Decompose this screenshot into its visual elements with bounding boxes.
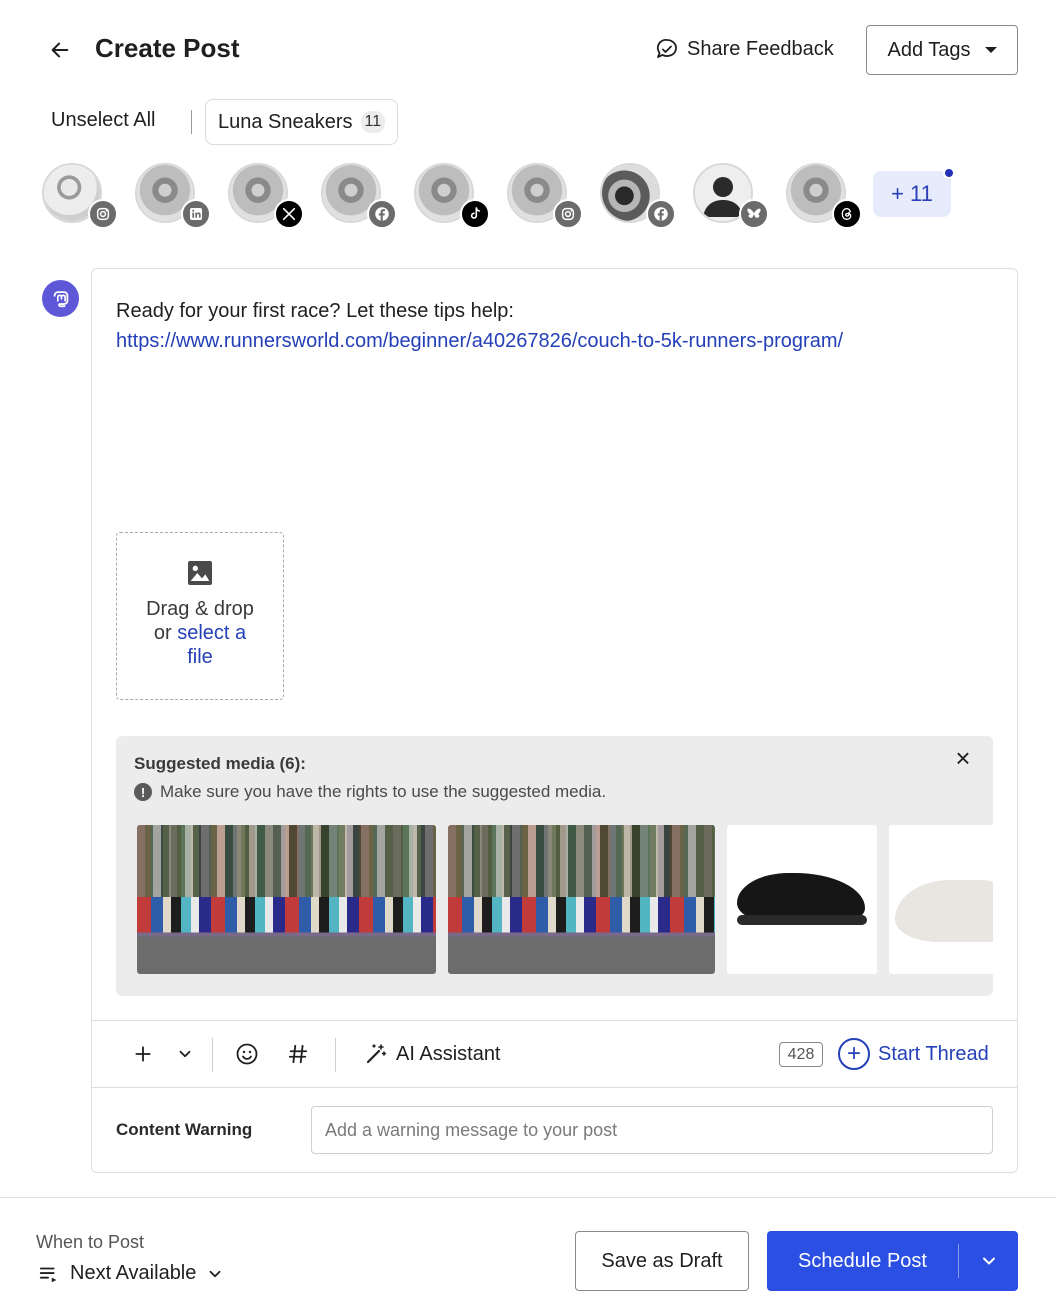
divider [0, 1197, 1056, 1198]
instagram-icon [88, 199, 118, 229]
emoji-button[interactable] [232, 1036, 262, 1072]
dropzone-line1: Drag & drop [146, 598, 254, 620]
threads-icon [832, 199, 862, 229]
dropzone-line2: or [153, 622, 178, 644]
dropzone-text: Drag & drop or select a file [146, 597, 254, 669]
group-chip-luna-sneakers[interactable]: Luna Sneakers 11 [205, 99, 399, 145]
instagram-icon [553, 199, 583, 229]
post-text[interactable]: Ready for your first race? Let these tip… [116, 296, 514, 326]
schedule-options-dropdown[interactable] [959, 1251, 1018, 1271]
arrow-left-icon [51, 42, 69, 58]
chevron-down-icon [982, 1257, 995, 1265]
image-icon [188, 561, 212, 585]
shoe-image [895, 880, 993, 942]
page-title: Create Post [95, 33, 240, 63]
add-tags-label: Add Tags [887, 38, 971, 61]
alert-icon: ! [134, 783, 152, 801]
media-dropzone[interactable]: Drag & drop or select a file [116, 532, 284, 700]
divider [191, 110, 192, 134]
save-as-draft-button[interactable]: Save as Draft [575, 1231, 749, 1291]
back-button[interactable] [44, 34, 76, 66]
select-file-link-cont[interactable]: file [146, 645, 254, 669]
ai-assistant-button[interactable]: AI Assistant [364, 1036, 501, 1072]
magic-wand-icon [366, 1044, 387, 1064]
chevron-down-icon [209, 1270, 221, 1277]
suggested-media-panel: Suggested media (6): × ! Make sure you h… [116, 736, 993, 996]
more-accounts-button[interactable]: + 11 [873, 171, 951, 217]
schedule-post-button[interactable]: Schedule Post [767, 1231, 1018, 1291]
facebook-icon [646, 199, 676, 229]
schedule-post-label: Schedule Post [798, 1249, 927, 1272]
linkedin-icon [181, 199, 211, 229]
feedback-icon [656, 39, 677, 58]
content-warning-label: Content Warning [116, 1120, 253, 1139]
unselect-all-button[interactable]: Unselect All [51, 109, 156, 132]
divider [92, 1087, 1017, 1088]
divider [335, 1038, 336, 1072]
share-feedback-label: Share Feedback [687, 37, 834, 60]
divider [92, 1020, 1017, 1021]
add-tags-button[interactable]: Add Tags [866, 25, 1018, 75]
start-thread-label: Start Thread [878, 1042, 989, 1065]
notification-dot [943, 167, 955, 179]
suggested-media-title: Suggested media (6): [134, 754, 306, 773]
more-options-dropdown[interactable] [172, 1036, 198, 1072]
plus-circle-icon: + [838, 1038, 870, 1070]
mastodon-icon [42, 280, 79, 317]
shoe-sole [737, 915, 867, 925]
divider [212, 1038, 213, 1072]
tiktok-icon [460, 199, 490, 229]
emoji-icon [236, 1043, 258, 1065]
rights-notice-text: Make sure you have the rights to use the… [160, 782, 607, 801]
content-warning-input[interactable] [311, 1106, 993, 1154]
suggested-media-item[interactable] [137, 825, 436, 974]
character-count: 428 [779, 1042, 823, 1067]
chevron-down-icon [179, 1050, 191, 1058]
group-count-badge: 11 [360, 111, 386, 133]
when-to-post-label: When to Post [36, 1232, 145, 1252]
select-file-link[interactable]: select a [177, 622, 246, 644]
when-to-post-dropdown[interactable]: Next Available [38, 1262, 224, 1285]
when-to-post-value: Next Available [70, 1262, 197, 1284]
post-link[interactable]: https://www.runnersworld.com/beginner/a4… [116, 326, 843, 356]
start-thread-button[interactable]: + Start Thread [838, 1037, 989, 1071]
hashtag-icon [288, 1044, 308, 1064]
bluesky-icon [739, 199, 769, 229]
x-icon [274, 199, 304, 229]
add-button[interactable] [128, 1036, 158, 1072]
suggested-media-item[interactable] [889, 825, 993, 974]
suggested-media-item[interactable] [727, 825, 877, 974]
share-feedback-button[interactable]: Share Feedback [655, 34, 834, 64]
caret-down-icon [984, 47, 997, 53]
queue-icon [39, 1267, 57, 1282]
ai-assistant-label: AI Assistant [396, 1042, 501, 1065]
suggested-media-item[interactable] [448, 825, 715, 974]
group-name: Luna Sneakers [218, 110, 353, 133]
plus-icon [135, 1046, 151, 1062]
close-icon[interactable]: × [951, 745, 975, 771]
rights-notice: ! Make sure you have the rights to use t… [134, 782, 606, 802]
hashtag-button[interactable] [284, 1036, 312, 1072]
facebook-icon [367, 199, 397, 229]
